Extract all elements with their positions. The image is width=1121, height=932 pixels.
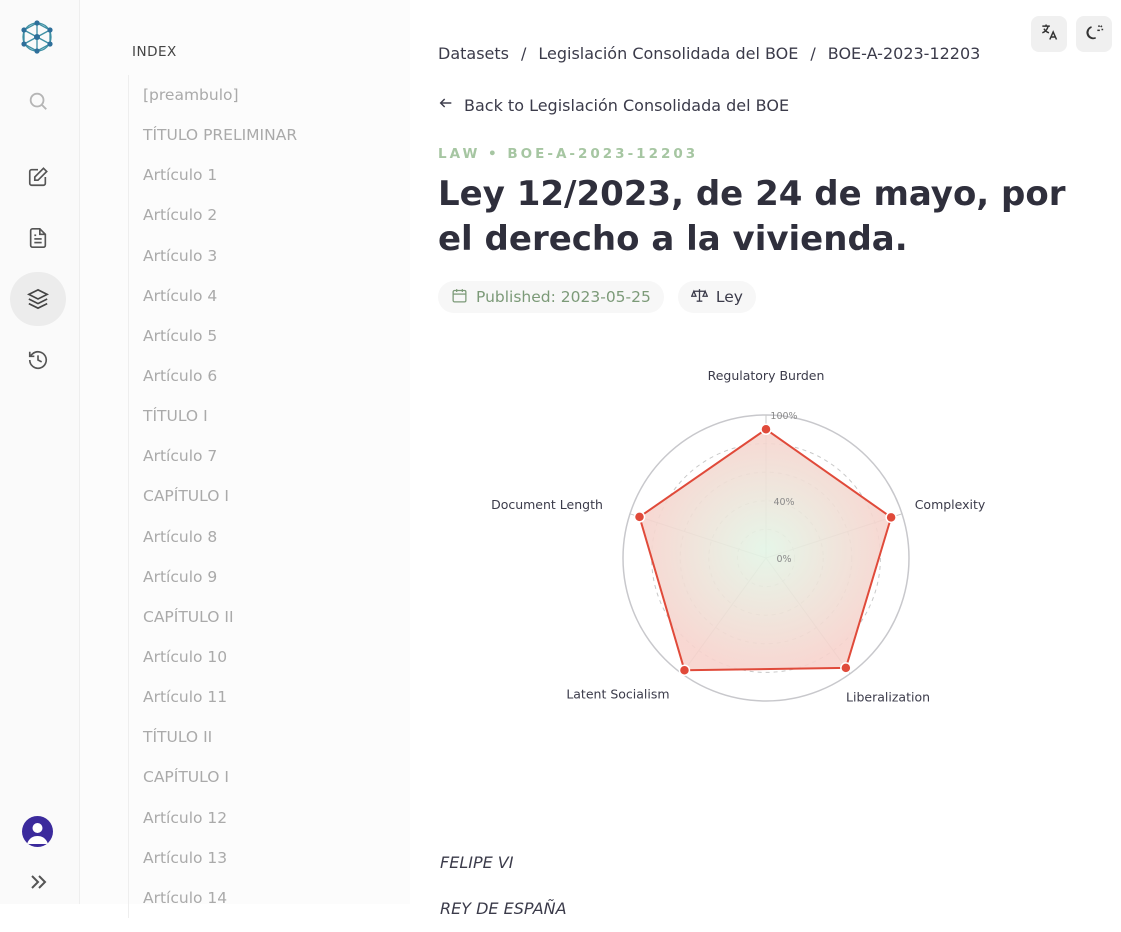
index-sidebar: INDEX [preambulo] TÍTULO PRELIMINAR Artí… xyxy=(80,0,410,918)
main-content: Datasets / Legislación Consolidada del B… xyxy=(410,0,1121,918)
user-avatar-icon[interactable] xyxy=(22,816,53,847)
index-item[interactable]: Artículo 1 xyxy=(129,155,388,195)
index-item[interactable]: Artículo 13 xyxy=(129,838,388,878)
theme-moon-sun-icon xyxy=(1084,22,1104,46)
translate-button[interactable] xyxy=(1031,16,1067,52)
index-item[interactable]: CAPÍTULO I xyxy=(129,757,388,797)
calendar-icon xyxy=(451,287,468,308)
scale-icon xyxy=(690,287,709,308)
radar-axis-label: Document Length xyxy=(491,497,603,512)
radar-data-point xyxy=(840,662,852,674)
radar-axis-label: Regulatory Burden xyxy=(708,370,825,383)
index-item[interactable]: Artículo 5 xyxy=(129,316,388,356)
radar-axis-label: Complexity xyxy=(915,497,986,512)
back-link[interactable]: Back to Legislación Consolidada del BOE xyxy=(438,95,789,115)
search-button[interactable] xyxy=(10,74,66,128)
radar-data-point xyxy=(678,664,691,676)
radar-data-point xyxy=(760,423,772,436)
radar-tick-label: 0% xyxy=(776,554,791,565)
index-item[interactable]: TÍTULO II xyxy=(129,717,388,757)
breadcrumb-collection[interactable]: Legislación Consolidada del BOE xyxy=(538,44,798,63)
body-line: REY DE ESPAÑA xyxy=(440,899,567,918)
edit-icon xyxy=(27,166,49,188)
theme-toggle-button[interactable] xyxy=(1076,16,1112,52)
published-date: Published: 2023-05-25 xyxy=(476,288,651,306)
radar-axis-label: Liberalization xyxy=(846,690,930,705)
history-icon xyxy=(27,349,49,371)
icon-rail xyxy=(0,0,80,904)
document-body: FELIPE VI REY DE ESPAÑA xyxy=(440,840,567,932)
index-item[interactable]: Artículo 14 xyxy=(129,878,388,918)
index-item[interactable]: CAPÍTULO I xyxy=(129,476,388,516)
published-badge: Published: 2023-05-25 xyxy=(438,281,664,313)
translate-icon xyxy=(1039,22,1059,46)
index-item[interactable]: TÍTULO I xyxy=(129,396,388,436)
meta-row: Published: 2023-05-25 Ley xyxy=(438,281,756,313)
index-item[interactable]: CAPÍTULO II xyxy=(129,597,388,637)
radar-tick-label: 40% xyxy=(773,497,794,508)
radar-axis-label: Latent Socialism xyxy=(566,687,669,702)
breadcrumb-current: BOE-A-2023-12203 xyxy=(827,44,981,63)
edit-button[interactable] xyxy=(10,150,66,204)
index-item[interactable]: [preambulo] xyxy=(129,75,388,115)
radar-data-point xyxy=(885,511,897,524)
breadcrumb-separator: / xyxy=(521,44,527,63)
index-item[interactable]: Artículo 12 xyxy=(129,798,388,838)
datasets-button[interactable] xyxy=(10,272,66,326)
radar-data-point xyxy=(633,511,646,523)
index-item[interactable]: Artículo 4 xyxy=(129,276,388,316)
index-item[interactable]: TÍTULO PRELIMINAR xyxy=(129,115,388,155)
breadcrumb-datasets[interactable]: Datasets xyxy=(438,44,509,63)
back-link-label: Back to Legislación Consolidada del BOE xyxy=(464,95,790,115)
index-item[interactable]: Artículo 10 xyxy=(129,637,388,677)
index-item[interactable]: Artículo 8 xyxy=(129,517,388,557)
index-item[interactable]: Artículo 6 xyxy=(129,356,388,396)
logo-network-icon[interactable] xyxy=(18,18,56,56)
history-button[interactable] xyxy=(10,333,66,387)
page-title: Ley 12/2023, de 24 de mayo, por el derec… xyxy=(438,174,1066,259)
index-list: [preambulo] TÍTULO PRELIMINAR Artículo 1… xyxy=(128,75,388,918)
radar-tick-label: 100% xyxy=(770,411,797,422)
radar-chart: 0% 40% 100% Regulatory Burden Complexity Libe… xyxy=(491,370,986,705)
index-item[interactable]: Artículo 9 xyxy=(129,557,388,597)
category-badge: Ley xyxy=(677,281,756,313)
index-heading: INDEX xyxy=(132,44,177,60)
breadcrumb-separator: / xyxy=(810,44,816,63)
radar-series-area xyxy=(638,428,893,672)
search-icon xyxy=(27,90,49,112)
body-line: FELIPE VI xyxy=(440,853,514,872)
layers-icon xyxy=(27,288,49,310)
documents-button[interactable] xyxy=(10,211,66,265)
index-item[interactable]: Artículo 2 xyxy=(129,195,388,235)
index-item[interactable]: Artículo 3 xyxy=(129,236,388,276)
document-kicker: LAW • BOE-A-2023-12203 xyxy=(438,146,699,162)
arrow-left-icon xyxy=(438,95,454,115)
category-label: Ley xyxy=(715,288,743,306)
index-item[interactable]: Artículo 11 xyxy=(129,677,388,717)
breadcrumb: Datasets / Legislación Consolidada del B… xyxy=(438,44,980,63)
index-item[interactable]: Artículo 7 xyxy=(129,436,388,476)
chevrons-right-icon[interactable] xyxy=(26,870,50,894)
document-icon xyxy=(27,227,49,249)
